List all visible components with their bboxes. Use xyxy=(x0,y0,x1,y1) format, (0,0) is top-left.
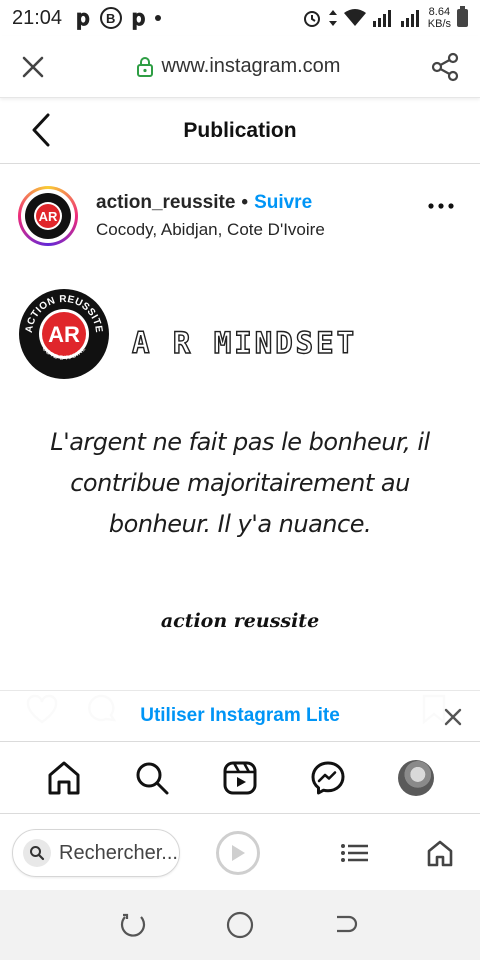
location[interactable]: Cocody, Abidjan, Cote D'Ivoire xyxy=(96,220,325,240)
post-header: AR action_reussite • Suivre Cocody, Abidja… xyxy=(0,176,480,256)
pinterest-icon: 𝐩 xyxy=(131,5,146,30)
play-button[interactable] xyxy=(216,831,260,875)
share-icon[interactable] xyxy=(430,52,460,82)
speed-unit: KB/s xyxy=(427,18,451,30)
battery-icon xyxy=(457,6,468,27)
logo-monogram: AR xyxy=(48,322,80,347)
follow-button[interactable]: Suivre xyxy=(254,192,312,213)
page-title: Publication xyxy=(183,118,297,142)
back-arrow-icon[interactable] xyxy=(28,112,54,148)
clock: 21:04 xyxy=(12,6,63,29)
tab-messenger[interactable] xyxy=(308,758,348,798)
action-reussite-logo: ACTION REUSSITE COTE D'IVOIRE AR xyxy=(19,289,109,379)
close-icon[interactable] xyxy=(20,54,46,80)
post-signature: action reussite xyxy=(160,610,320,632)
profile-avatar xyxy=(398,759,434,796)
browser-url-bar: www.instagram.com xyxy=(0,36,480,98)
network-speed: 8.64 KB/s xyxy=(428,6,451,30)
avatar[interactable]: AR xyxy=(18,186,78,246)
browser-search-placeholder: Rechercher... xyxy=(59,841,178,864)
notification-icons: 𝐩 B 𝐩 xyxy=(76,5,162,31)
alarm-icon xyxy=(303,11,320,27)
browser-bottom-bar: Rechercher... xyxy=(0,816,480,890)
search-icon xyxy=(136,762,169,794)
brand-headline: A R MINDSET xyxy=(131,325,358,360)
separator-dot: • xyxy=(241,192,249,213)
menu-list-icon[interactable] xyxy=(340,843,370,863)
browser-search-input[interactable]: Rechercher... xyxy=(12,829,180,877)
play-icon xyxy=(232,845,245,861)
post-quote: L'argent ne fait pas le bonheur, il cont… xyxy=(50,428,430,538)
data-arrows-icon xyxy=(328,10,337,26)
home-button-icon[interactable] xyxy=(225,910,255,940)
more-options-icon[interactable] xyxy=(428,202,454,210)
post-image[interactable]: ACTION REUSSITE COTE D'IVOIRE AR A R MIN… xyxy=(0,264,480,694)
home-icon xyxy=(48,761,80,794)
browser-home-icon[interactable] xyxy=(426,839,454,867)
more-notifications-dot xyxy=(155,15,162,21)
banner-close-icon[interactable] xyxy=(444,708,462,726)
tab-reels[interactable] xyxy=(220,758,260,798)
wifi-icon xyxy=(343,9,366,26)
lock-icon xyxy=(136,56,153,77)
avatar-logo-monogram: AR xyxy=(39,209,58,224)
brand-logo-icon: AR xyxy=(25,193,71,239)
use-instagram-lite-link[interactable]: Utiliser Instagram Lite xyxy=(140,705,340,727)
post-meta: action_reussite • Suivre Cocody, Abidjan, … xyxy=(96,192,325,240)
speed-value: 8.64 xyxy=(428,6,451,18)
username[interactable]: action_reussite xyxy=(96,192,235,213)
p-app-icon: 𝐩 xyxy=(76,5,90,30)
browser-search-icon xyxy=(23,839,51,867)
back-button-icon[interactable] xyxy=(333,911,361,939)
reels-icon xyxy=(223,761,257,794)
recent-apps-icon[interactable] xyxy=(119,911,147,939)
ig-header: Publication xyxy=(0,98,480,164)
tab-search[interactable] xyxy=(132,758,172,798)
system-status-icons: 8.64 KB/s xyxy=(302,6,468,30)
ig-tab-bar xyxy=(0,742,480,814)
signal-2-icon xyxy=(400,10,419,27)
signal-icon xyxy=(372,10,391,27)
messenger-icon xyxy=(311,761,345,794)
tab-profile[interactable] xyxy=(396,758,436,798)
android-nav-bar xyxy=(0,890,480,960)
b-app-icon: B xyxy=(99,7,122,29)
status-bar: 21:04 𝐩 B 𝐩 8.64 KB/s xyxy=(0,0,480,36)
tab-home[interactable] xyxy=(44,758,84,798)
url-text: www.instagram.com xyxy=(161,55,341,77)
url-display[interactable]: www.instagram.com xyxy=(136,55,341,78)
instagram-lite-banner: Utiliser Instagram Lite xyxy=(0,690,480,742)
